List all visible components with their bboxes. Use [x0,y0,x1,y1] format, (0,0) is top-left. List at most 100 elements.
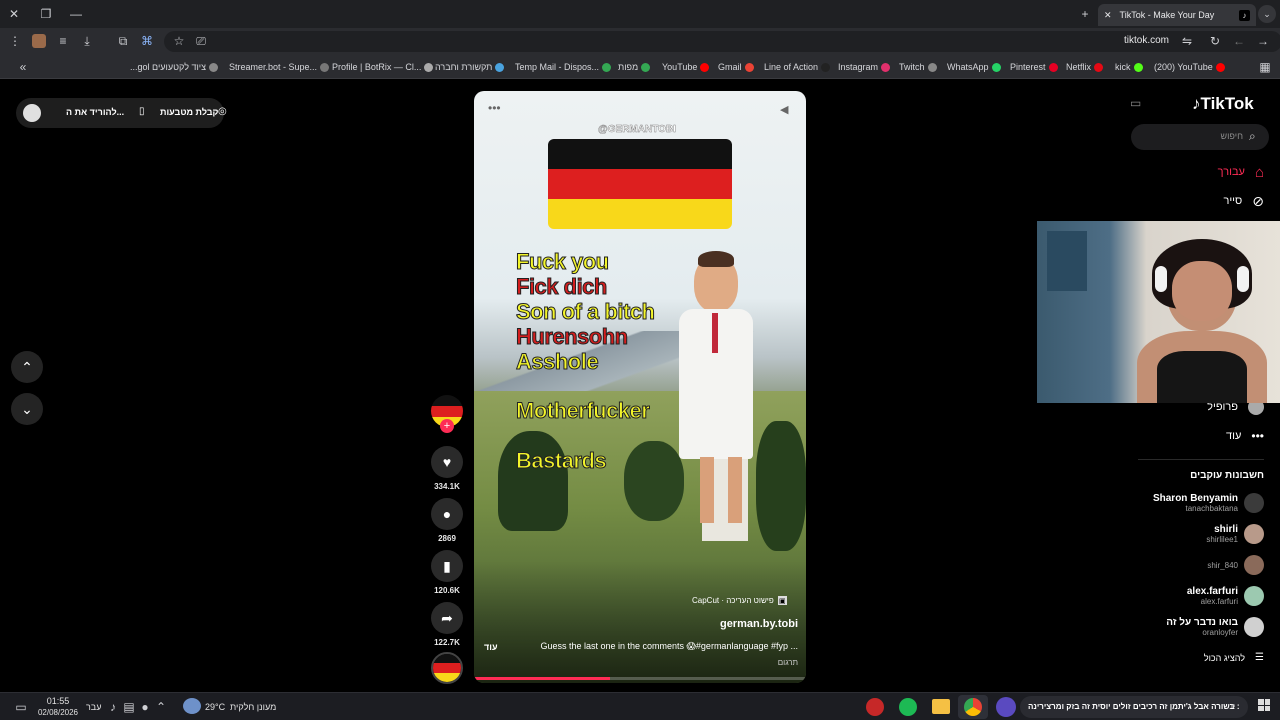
file-explorer-icon[interactable] [932,699,950,714]
like-button[interactable]: ♥ [431,446,463,478]
clock-date[interactable]: 02/08/2026 [36,708,80,717]
video-caption: Guess the last one in the comments 😱#ger… [540,641,798,651]
restore-icon[interactable]: ❐ [38,6,54,22]
bookmark-item[interactable]: YouTube [662,60,710,74]
collapse-sidebar-icon[interactable]: ▭ [1130,96,1141,110]
download-icon[interactable]: ⤓ [80,34,94,48]
word-line: Asshole [515,349,599,375]
bookmarks-overflow-icon[interactable]: « [16,60,30,74]
share-button[interactable]: ➦ [431,602,463,634]
follow-plus-icon[interactable]: + [440,419,454,433]
following-account[interactable]: shir_840 [1140,555,1264,575]
capcut-template-link[interactable]: CapCut · פישוט העריכה ▣ [692,596,787,605]
profile-avatar[interactable] [32,34,46,48]
site-settings-icon[interactable]: ⇋ [1180,34,1194,48]
search-input[interactable]: חיפוש ⌕ [1131,124,1269,150]
extensions-icon[interactable]: ⧉ [116,34,130,48]
bookmark-favicon-icon [320,62,330,72]
previous-video-button[interactable]: ⌃ [11,351,43,383]
bookmark-item[interactable]: Profile | BotRix — Cl... [332,60,434,74]
url-text[interactable]: tiktok.com [1124,35,1169,46]
bookmark-item[interactable]: kick [1115,60,1143,74]
bookmark-item[interactable]: Temp Mail - Dispos... [515,60,612,74]
bookmark-item[interactable]: Gmail [718,60,754,74]
translate-icon[interactable]: ⌘ [140,34,154,48]
get-coins-button[interactable]: קבלת מטבעות [160,107,218,117]
notification-icon[interactable]: ▭ [14,700,28,714]
new-tab-icon[interactable]: + [1078,6,1092,22]
bookmark-favicon-icon [641,62,651,72]
bookmark-item[interactable]: (200) YouTube [1154,60,1225,74]
progress-track[interactable] [474,677,806,680]
bookmark-item[interactable]: Twitch [899,60,937,74]
video-player[interactable]: ••• ◀ @GERMANTOBI Fuck you Fick dich Son… [474,91,806,683]
download-app-button[interactable]: להוריד את ה... [66,107,124,117]
save-button[interactable]: ▮ [431,550,463,582]
character-hair [698,251,734,267]
close-window-icon[interactable]: ✕ [6,6,22,22]
taskbar-search[interactable]: בשורה אבל ג'יתמן זה רכיבים זולים יוסית ז… [1020,696,1248,718]
sidebar-item-explore[interactable]: סייר ⊘ [1180,191,1264,211]
microphone-icon[interactable]: ● [139,700,151,714]
minimize-icon[interactable]: — [68,6,84,22]
app-red-icon[interactable] [866,698,884,716]
all-bookmarks-icon[interactable]: ▦ [1258,60,1272,74]
news-ticker: בשורה אבל ג'יתמן זה רכיבים זולים יוסית ז… [1028,702,1240,711]
following-account[interactable]: shirli shirlilee1 [1140,524,1264,544]
spotify-icon[interactable] [899,698,917,716]
word-line: Fick dich [516,274,608,300]
tray-chevron-icon[interactable]: ⌃ [155,700,167,714]
start-windows-icon[interactable] [1258,699,1270,711]
character-leg [700,457,714,523]
bookmark-item[interactable]: Instagram [838,60,891,74]
forward-icon[interactable]: ← [1232,34,1246,48]
install-app-icon[interactable]: ⎚ [194,34,208,48]
playlist-icon[interactable]: ≡ [56,34,70,48]
chrome-taskbar-button[interactable] [958,695,988,719]
weather-desc[interactable]: מעונן חלקית [230,702,276,712]
bookmark-favicon-icon [424,62,434,72]
weather-temp[interactable]: 29°C [205,702,225,712]
network-icon[interactable]: ▤ [123,700,135,714]
caption-more-button[interactable]: עוד [484,642,498,652]
bookmark-item[interactable]: Streamer.bot - Supe... [229,60,330,74]
address-bar[interactable]: ☆ ⎚ tiktok.com ⇋ ↻ ← → [164,31,1280,52]
more-options-icon[interactable]: ••• [488,101,501,115]
bookmark-item[interactable]: WhatsApp [947,60,1001,74]
following-account[interactable]: בואו נדבר על זה oranloyfer [1140,617,1264,637]
tab-close-icon[interactable]: ✕ [1104,10,1112,21]
sidebar-item-more[interactable]: עוד ••• [1180,426,1264,446]
clock-time[interactable]: 01:55 [40,696,76,706]
tab-tiktok[interactable]: ✕ TikTok - Make Your Day ♪ [1098,4,1256,26]
next-video-button[interactable]: ⌄ [11,393,43,425]
following-account[interactable]: alex.farfuri alex.farfuri [1140,586,1264,606]
music-disc[interactable] [431,652,463,684]
video-author[interactable]: german.by.tobi [720,618,798,630]
back-icon[interactable]: → [1256,34,1270,48]
app-purple-icon[interactable] [996,697,1016,717]
search-icon: ⌕ [1249,129,1256,143]
youtube-icon [1215,62,1225,72]
comment-button[interactable]: ● [431,498,463,530]
get-app-pill: להוריד את ה... ▯ קבלת מטבעות ◎ [16,98,227,128]
bookmark-item[interactable]: Line of Action [764,60,831,74]
bookmark-item[interactable]: Pinterest [1010,60,1058,74]
reload-icon[interactable]: ↻ [1208,34,1222,48]
bookmark-item[interactable]: תקשורת וחברה [435,60,505,74]
bookmark-star-icon[interactable]: ☆ [172,34,186,48]
tab-bar: ✕ ❐ — + ✕ TikTok - Make Your Day ♪ ⌄ [0,0,1280,28]
headphones-right [1237,266,1249,292]
language-indicator[interactable]: עבר [86,702,101,712]
volume-icon[interactable]: ◀ [780,103,788,116]
bookmark-item[interactable]: ...gol ציוד לקטעועים [130,60,219,74]
following-account[interactable]: Sharon Benyamin tanachbaktana [1140,493,1264,513]
bookmark-item[interactable]: Netflix [1066,60,1104,74]
bookmark-item[interactable]: מפות [618,60,651,74]
translate-button[interactable]: תרגום [778,658,798,667]
sidebar-item-foryou[interactable]: עבורך ⌂ [1180,162,1264,182]
tiktok-logo[interactable]: ♪TikTok [1192,94,1254,114]
tab-search-chevron-icon[interactable]: ⌄ [1258,5,1276,23]
menu-kebab-icon[interactable]: ⋮ [8,34,22,48]
volume-icon[interactable]: ♪ [107,700,119,714]
show-all-link[interactable]: להציג הכול ☰ [1150,652,1264,663]
